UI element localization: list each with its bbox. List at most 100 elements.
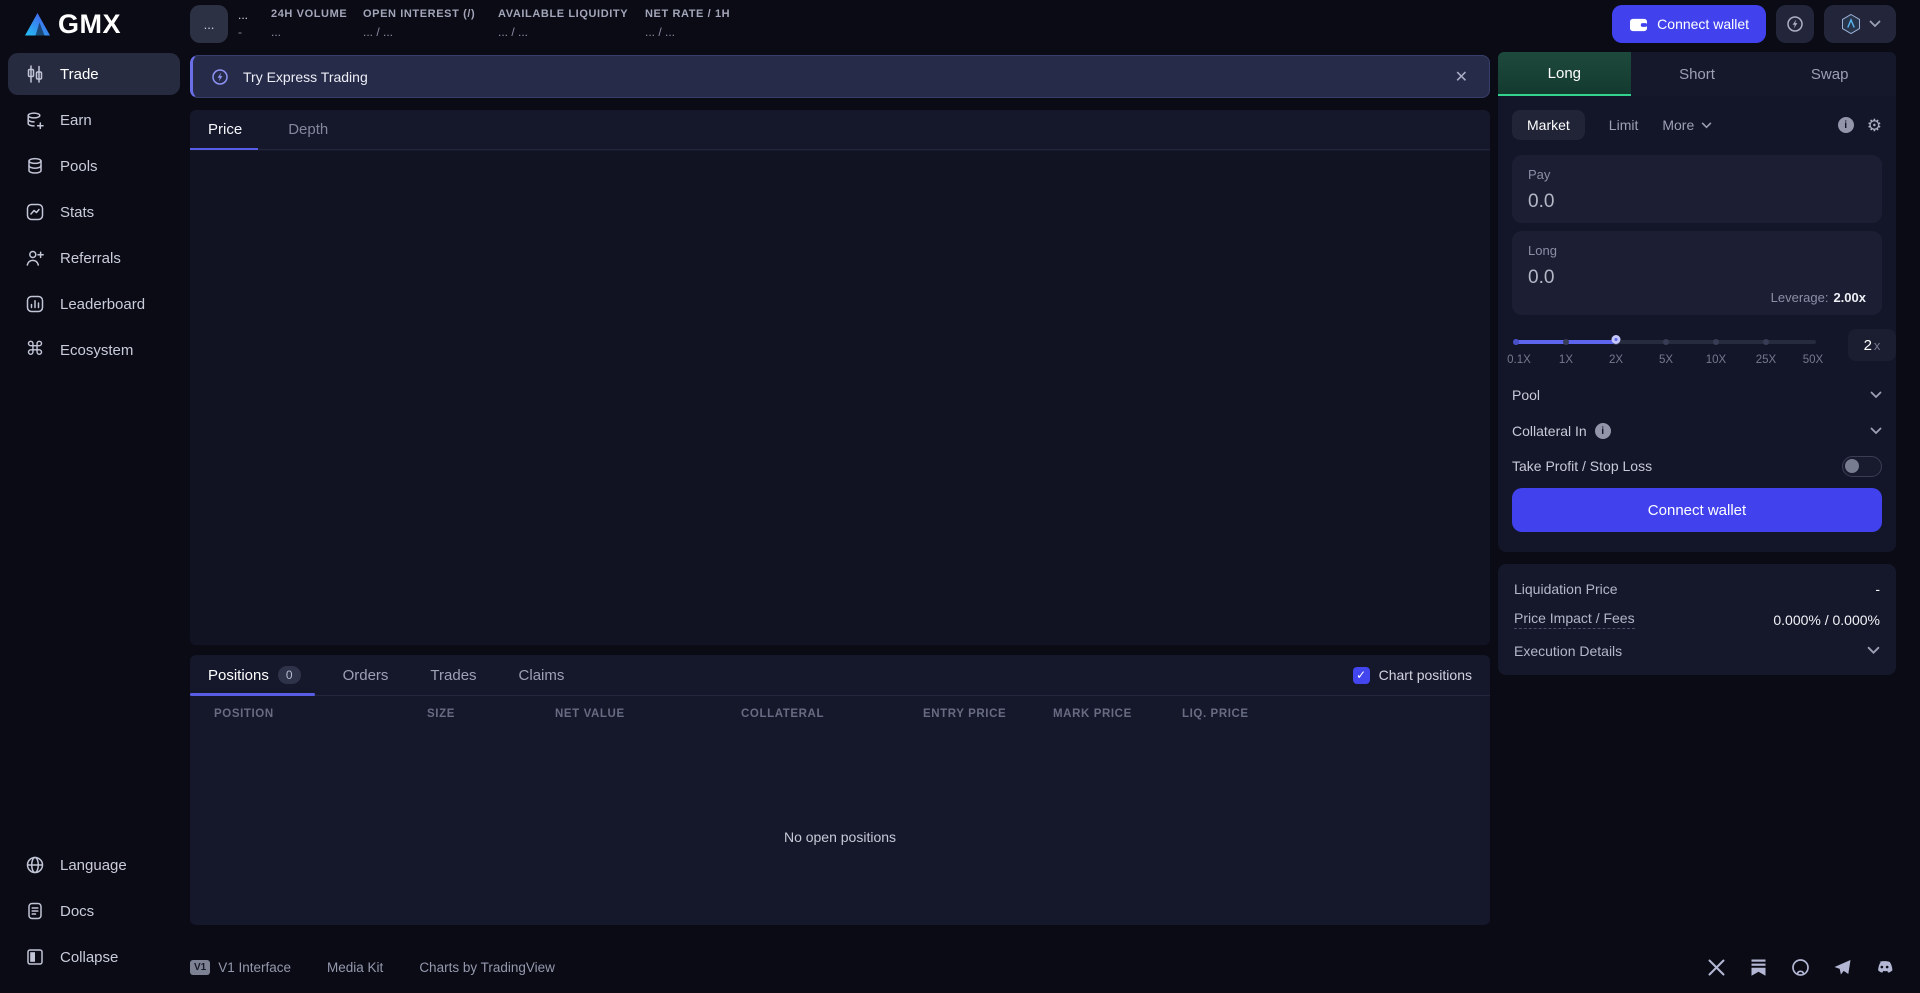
info-icon[interactable]: i [1838, 117, 1854, 133]
pay-amount-input[interactable]: 0.0 [1528, 191, 1866, 213]
gmx-logo-icon [24, 12, 51, 37]
sidebar-item-trade[interactable]: Trade [8, 53, 180, 95]
tab-limit[interactable]: Limit [1609, 117, 1639, 133]
connect-wallet-button[interactable]: Connect wallet [1612, 5, 1766, 43]
leverage-readout: Leverage:2.00x [1771, 290, 1866, 305]
tab-positions[interactable]: Positions 0 [208, 655, 301, 695]
sidebar-item-referrals[interactable]: Referrals [8, 237, 180, 279]
chart-tabs: Price Depth [190, 110, 1490, 150]
tab-depth[interactable]: Depth [288, 110, 328, 149]
tradingview-link[interactable]: Charts by TradingView [419, 960, 555, 975]
leverage-slider: 0.1X 1X 2X 5X 10X 25X 50X [1516, 336, 1816, 376]
referrals-icon [25, 248, 45, 268]
chart-canvas [190, 151, 1490, 645]
tab-short[interactable]: Short [1631, 52, 1764, 96]
tab-orders[interactable]: Orders [343, 655, 389, 695]
express-trading-banner[interactable]: Try Express Trading ✕ [190, 55, 1490, 98]
tab-claims[interactable]: Claims [519, 655, 565, 695]
sidebar-item-label: Trade [60, 66, 99, 83]
footer: V1 V1 Interface Media Kit Charts by Trad… [190, 948, 1894, 986]
gear-icon[interactable]: ⚙ [1867, 117, 1882, 134]
x-icon[interactable] [1707, 958, 1726, 977]
media-kit-link[interactable]: Media Kit [327, 960, 383, 975]
leverage-slider-marks: 0.1X 1X 2X 5X 10X 25X 50X [1516, 354, 1816, 368]
sidebar-item-collapse[interactable]: Collapse [8, 936, 180, 978]
long-amount-input[interactable]: 0.0 [1528, 267, 1866, 289]
chart-card: Price Depth [190, 110, 1490, 645]
collateral-in-row[interactable]: Collateral In i [1512, 420, 1882, 442]
stat-net-rate: NET RATE / 1H ... / ... [645, 8, 730, 39]
express-icon [210, 67, 230, 87]
collapse-icon [25, 947, 45, 967]
sidebar-item-leaderboard[interactable]: Leaderboard [8, 283, 180, 325]
express-settings-button[interactable] [1776, 5, 1814, 43]
stat-open-interest: OPEN INTEREST (/) ... / ... [363, 8, 475, 39]
close-icon[interactable]: ✕ [1451, 63, 1472, 91]
sidebar-item-label: Leaderboard [60, 296, 145, 313]
top-bar: ... ... - 24H VOLUME ... OPEN INTEREST (… [186, 0, 1920, 48]
v1-interface-link[interactable]: V1 V1 Interface [190, 960, 291, 975]
checkbox-checked-icon[interactable]: ✓ [1353, 667, 1370, 684]
long-label: Long [1528, 243, 1866, 258]
stat-available-liquidity: AVAILABLE LIQUIDITY ... / ... [498, 8, 628, 39]
sidebar-item-label: Referrals [60, 250, 121, 267]
execution-details-row[interactable]: Execution Details [1514, 635, 1880, 666]
sidebar-item-docs[interactable]: Docs [8, 890, 180, 932]
gmx-logo[interactable]: GMX [24, 9, 121, 40]
order-form: Market Limit More i ⚙ Pay 0.0 Long [1498, 96, 1896, 552]
tab-long[interactable]: Long [1498, 52, 1631, 96]
network-selector-button[interactable] [1824, 5, 1896, 43]
chevron-down-icon [1869, 20, 1881, 28]
tp-sl-toggle[interactable] [1842, 456, 1882, 477]
chevron-down-icon [1870, 427, 1882, 435]
more-dropdown[interactable]: More [1662, 117, 1712, 133]
order-type-row: Market Limit More i ⚙ [1512, 110, 1882, 140]
positions-count-badge: 0 [278, 666, 301, 684]
toggle-knob [1845, 459, 1859, 473]
direction-tabs: Long Short Swap [1498, 52, 1896, 96]
sidebar-item-ecosystem[interactable]: ⌘ Ecosystem [8, 329, 180, 371]
docs-icon [25, 901, 45, 921]
sidebar-item-label: Pools [60, 158, 98, 175]
ecosystem-icon: ⌘ [25, 340, 45, 360]
sidebar-nav: Trade Earn [8, 53, 180, 375]
sidebar-item-earn[interactable]: Earn [8, 99, 180, 141]
sidebar-item-label: Earn [60, 112, 92, 129]
sidebar-item-language[interactable]: Language [8, 844, 180, 886]
panel-connect-wallet-button[interactable]: Connect wallet [1512, 488, 1882, 532]
chevron-down-icon [1870, 391, 1882, 399]
leverage-value-input[interactable]: 2 x [1848, 329, 1896, 361]
leaderboard-icon [25, 294, 45, 314]
tab-market[interactable]: Market [1512, 110, 1585, 140]
discord-icon[interactable] [1875, 958, 1894, 977]
telegram-icon[interactable] [1833, 958, 1852, 977]
price-impact-fees-row: Price Impact / Fees 0.000% / 0.000% [1514, 604, 1880, 635]
sidebar-item-label: Stats [60, 204, 94, 221]
banner-text: Try Express Trading [243, 69, 368, 85]
chart-positions-toggle[interactable]: ✓ Chart positions [1353, 667, 1472, 684]
network-arbitrum-icon [1840, 13, 1862, 35]
sidebar-item-stats[interactable]: Stats [8, 191, 180, 233]
stats-icon [25, 202, 45, 222]
tab-trades[interactable]: Trades [430, 655, 476, 695]
positions-card: Positions 0 Orders Trades Claims ✓ Chart… [190, 655, 1490, 925]
trade-panel: Long Short Swap Market Limit More i ⚙ [1498, 52, 1896, 552]
sidebar-bottom-nav: Language Docs [8, 844, 180, 982]
positions-table-header: POSITION SIZE NET VALUE COLLATERAL ENTRY… [190, 696, 1490, 732]
leverage-slider-track[interactable] [1516, 340, 1816, 344]
github-icon[interactable] [1791, 958, 1810, 977]
pay-input-box[interactable]: Pay 0.0 [1512, 155, 1882, 223]
tab-swap[interactable]: Swap [1763, 52, 1896, 96]
info-icon: i [1595, 423, 1611, 439]
substack-icon[interactable] [1749, 958, 1768, 977]
empty-positions-message: No open positions [190, 829, 1490, 845]
sidebar-item-label: Docs [60, 903, 94, 920]
pool-row[interactable]: Pool [1512, 384, 1882, 406]
tab-price[interactable]: Price [208, 110, 242, 149]
leverage-slider-handle[interactable] [1611, 335, 1620, 344]
sidebar-item-label: Ecosystem [60, 342, 133, 359]
express-icon [1785, 14, 1805, 34]
sidebar-item-pools[interactable]: Pools [8, 145, 180, 187]
long-input-box[interactable]: Long 0.0 Leverage:2.00x [1512, 231, 1882, 315]
top-actions: Connect wallet [1612, 5, 1896, 43]
